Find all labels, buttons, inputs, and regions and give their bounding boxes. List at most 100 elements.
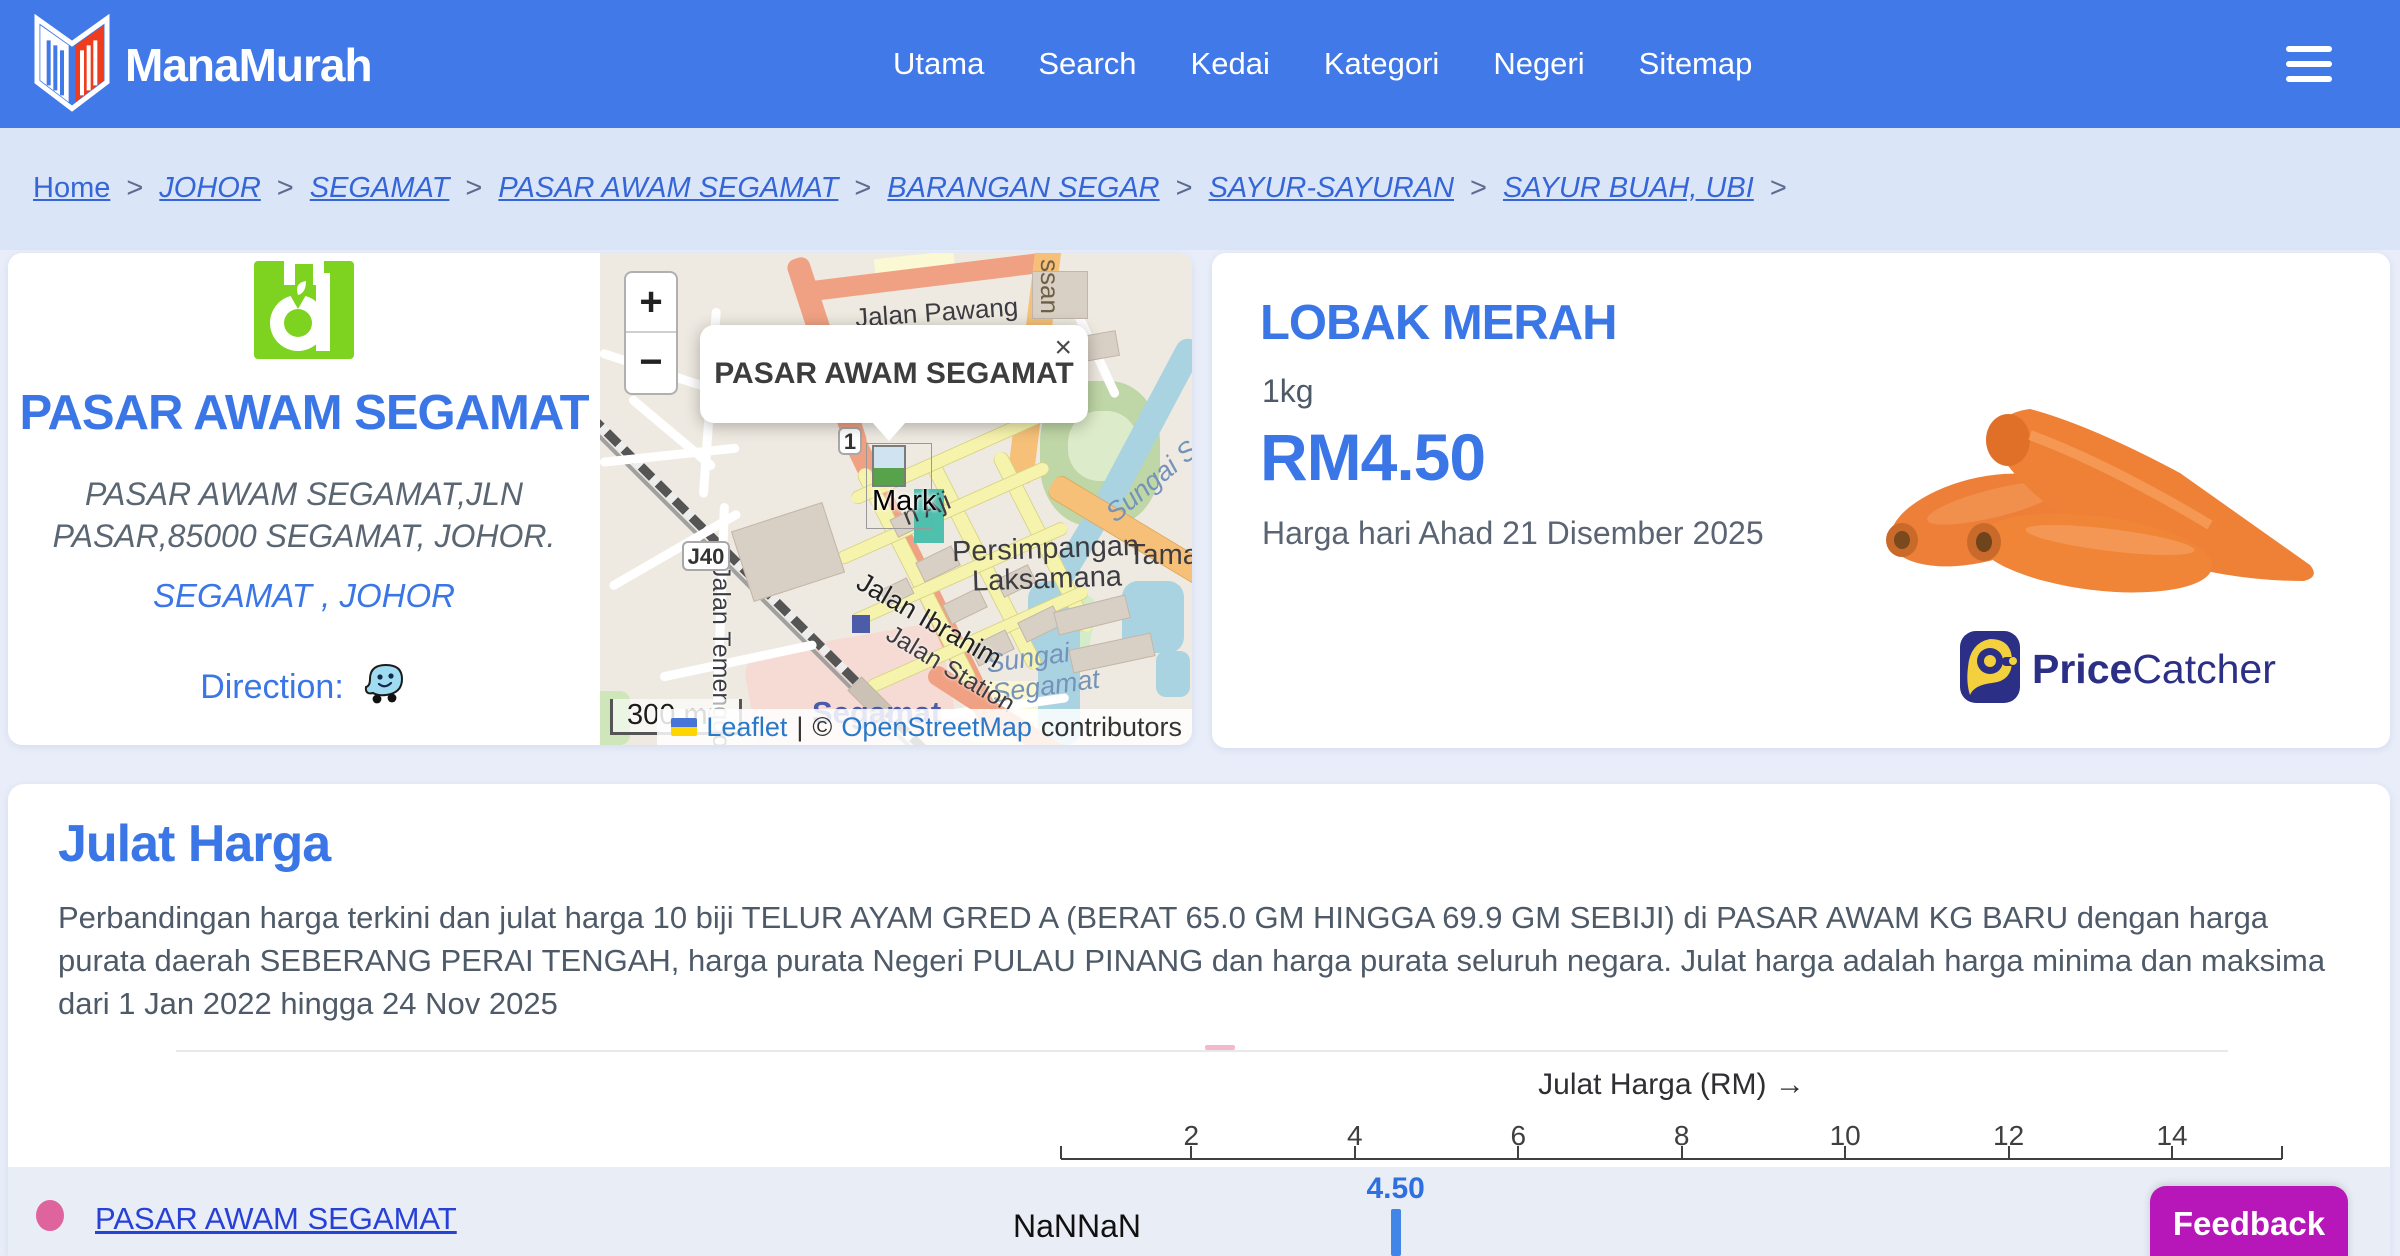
map-label-laksamana: Laksamana xyxy=(971,560,1123,598)
map-lake xyxy=(1156,651,1190,697)
state-link[interactable]: JOHOR xyxy=(339,577,455,614)
axis-tick-label: 6 xyxy=(1510,1120,1527,1151)
breadcrumb-band: Home > JOHOR > SEGAMAT > PASAR AWAM SEGAMAT > BA… xyxy=(0,128,2400,250)
chart-artifact-mark xyxy=(1205,1045,1235,1050)
map-building xyxy=(730,501,846,603)
breadcrumb-separator: > xyxy=(854,172,872,204)
manamurah-logo-icon xyxy=(33,12,111,117)
district-link[interactable]: SEGAMAT xyxy=(153,577,312,614)
store-info: PASAR AWAM SEGAMAT PASAR AWAM SEGAMAT,JL… xyxy=(8,253,600,745)
route-1-badge: 1 xyxy=(838,427,862,455)
map-label-taman: Taman xyxy=(1128,539,1192,571)
axis-tick-label: 8 xyxy=(1673,1120,1690,1151)
page: ManaMurah Utama Search Kedai Kategori Negeri… xyxy=(0,0,2400,1256)
openstreetmap-link[interactable]: OpenStreetMap xyxy=(841,712,1032,743)
bar-value-label: 4.50 xyxy=(1366,1172,1425,1205)
section-title: Julat Harga xyxy=(58,815,331,873)
map-popup-tail xyxy=(872,422,906,441)
price-range-card: Julat Harga Perbandingan harga terkini d… xyxy=(8,784,2390,1256)
axis-tick-label: 14 xyxy=(2156,1120,2188,1151)
nav-item-kategori[interactable]: Kategori xyxy=(1324,46,1439,82)
store-address: PASAR AWAM SEGAMAT,JLN PASAR,85000 SEGAM… xyxy=(8,473,600,557)
attribution-contributors: contributors xyxy=(1040,711,1182,742)
section-description: Perbandingan harga terkini dan julat har… xyxy=(58,900,2326,1021)
product-unit: 1kg xyxy=(1262,373,1314,409)
axis-tick-label: 12 xyxy=(1993,1120,2025,1151)
chart-axis-title: Julat Harga (RM) → xyxy=(1538,1068,1805,1101)
hamburger-menu-icon[interactable] xyxy=(2286,46,2332,82)
product-image-carrots xyxy=(1880,395,2330,610)
pricecatcher-word-catcher: Catcher xyxy=(2132,646,2276,692)
nav-item-utama[interactable]: Utama xyxy=(893,46,984,82)
chart-axis-line xyxy=(1061,1158,2282,1160)
price-bar xyxy=(1390,1209,1401,1256)
breadcrumb-separator: > xyxy=(1175,172,1193,204)
breadcrumb-separator: > xyxy=(1470,172,1487,204)
breadcrumb-link[interactable]: SAYUR-SAYURAN xyxy=(1209,172,1454,205)
store-location-links: SEGAMAT , JOHOR xyxy=(8,577,600,615)
axis-tick-label: 2 xyxy=(1183,1120,1200,1151)
map-zoom-control: + − xyxy=(624,271,678,395)
main-nav: Utama Search Kedai Kategori Negeri Sitemap xyxy=(893,0,1752,128)
map-label-road-vertical: ssan xyxy=(1035,259,1065,314)
nav-item-sitemap[interactable]: Sitemap xyxy=(1639,46,1753,82)
breadcrumb-link[interactable]: SAYUR BUAH, UBI xyxy=(1503,172,1754,205)
row-value-artifact: NaNNaN xyxy=(1013,1208,1142,1244)
zoom-out-button[interactable]: − xyxy=(626,333,676,393)
ukraine-flag-icon xyxy=(671,718,698,736)
j40-badge: J40 xyxy=(682,541,730,571)
attribution-copyright: © xyxy=(812,711,833,742)
store-address-line1: PASAR AWAM SEGAMAT,JLN xyxy=(84,476,524,512)
store-card: PASAR AWAM SEGAMAT PASAR AWAM SEGAMAT,JL… xyxy=(8,253,1192,745)
location-separator: , xyxy=(321,577,331,614)
breadcrumb-link[interactable]: BARANGAN SEGAR xyxy=(887,172,1159,205)
leaflet-map[interactable]: Jalan Pawang ssan Persimpangan Laksamana… xyxy=(600,253,1192,745)
direction-label: Direction: xyxy=(200,668,344,706)
popup-close-icon[interactable]: × xyxy=(1054,331,1072,365)
breadcrumb-separator: > xyxy=(276,172,294,204)
store-name: PASAR AWAM SEGAMAT xyxy=(19,386,589,440)
map-marker[interactable] xyxy=(872,445,906,487)
product-card: LOBAK MERAH 1kg RM4.50 Harga hari Ahad 2… xyxy=(1212,253,2390,748)
breadcrumb-link[interactable]: PASAR AWAM SEGAMAT xyxy=(498,172,838,205)
brand-name: ManaMurah xyxy=(125,38,373,91)
map-station-icon xyxy=(852,615,870,633)
brand[interactable]: ManaMurah xyxy=(33,12,373,117)
store-address-line2: PASAR,85000 SEGAMAT, JOHOR. xyxy=(52,518,556,554)
header: ManaMurah Utama Search Kedai Kategori Negeri… xyxy=(0,0,2400,128)
legend-dot xyxy=(36,1200,64,1231)
axis-tick-label: 10 xyxy=(1829,1120,1861,1151)
divider xyxy=(176,1050,2228,1052)
pricecatcher-icon xyxy=(1960,631,2020,708)
map-marker-label: Mark xyxy=(872,485,937,517)
leaflet-link[interactable]: Leaflet xyxy=(706,712,787,743)
breadcrumb-link[interactable]: Home xyxy=(33,172,110,205)
waze-icon[interactable] xyxy=(360,659,408,716)
grocery-bag-icon xyxy=(254,255,354,359)
feedback-button[interactable]: Feedback xyxy=(2150,1186,2348,1256)
chart-row-label-link[interactable]: PASAR AWAM SEGAMAT xyxy=(95,1201,457,1237)
breadcrumb-separator: > xyxy=(1769,172,1787,204)
nav-item-negeri[interactable]: Negeri xyxy=(1493,46,1584,82)
axis-tick-label: 4 xyxy=(1347,1120,1363,1151)
zoom-in-button[interactable]: + xyxy=(626,273,676,333)
breadcrumb-link[interactable]: SEGAMAT xyxy=(310,172,450,205)
map-popup: PASAR AWAM SEGAMAT × xyxy=(700,325,1088,423)
nav-item-kedai[interactable]: Kedai xyxy=(1191,46,1270,82)
nav-item-search[interactable]: Search xyxy=(1038,46,1136,82)
product-date-note: Harga hari Ahad 21 Disember 2025 xyxy=(1262,515,1764,551)
product-price: RM4.50 xyxy=(1260,420,1486,494)
map-attribution: Leaflet | © OpenStreetMap contributors xyxy=(657,709,1192,745)
breadcrumb-separator: > xyxy=(126,172,144,204)
axis-tick xyxy=(1060,1146,1062,1159)
breadcrumb-separator: > xyxy=(465,172,483,204)
pricecatcher-logo: PriceCatcher xyxy=(1960,631,2276,708)
direction-row: Direction: xyxy=(8,659,600,716)
product-name: LOBAK MERAH xyxy=(1260,296,1617,350)
attribution-separator: | xyxy=(796,711,804,742)
map-popup-title: PASAR AWAM SEGAMAT xyxy=(714,357,1074,390)
breadcrumb-link[interactable]: JOHOR xyxy=(159,172,261,205)
axis-tick xyxy=(2281,1146,2283,1159)
breadcrumb: Home > JOHOR > SEGAMAT > PASAR AWAM SEGAMAT > BA… xyxy=(33,172,1787,205)
pricecatcher-word-price: Price xyxy=(2032,646,2133,692)
